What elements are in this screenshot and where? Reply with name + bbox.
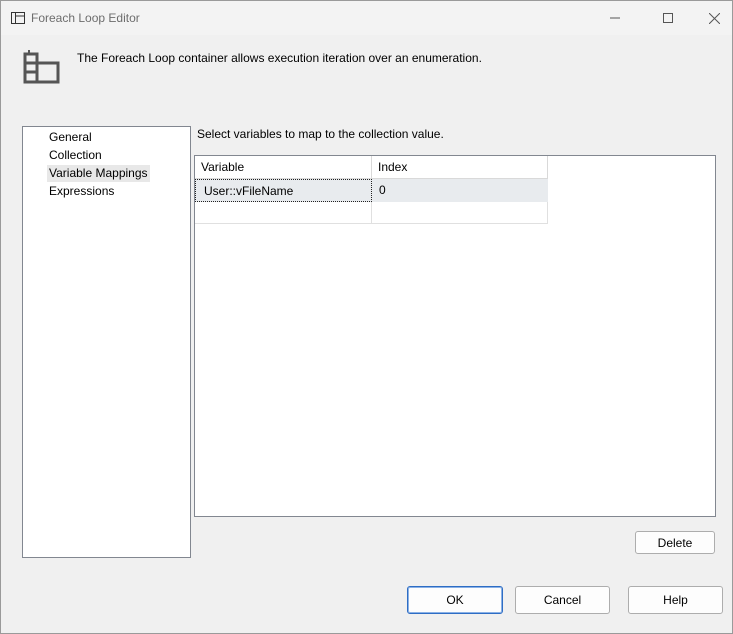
editor-description: The Foreach Loop container allows execut… — [77, 51, 482, 65]
column-header-variable[interactable]: Variable — [195, 156, 372, 179]
new-row-cell-index[interactable] — [372, 202, 548, 224]
cell-index[interactable]: 0 — [372, 179, 548, 202]
ok-button[interactable]: OK — [407, 586, 503, 614]
variable-mappings-grid: Variable Index User::vFileName 0 — [194, 155, 716, 517]
delete-button[interactable]: Delete — [635, 531, 715, 554]
title-bar[interactable]: Foreach Loop Editor — [1, 1, 732, 35]
cancel-button[interactable]: Cancel — [515, 586, 610, 614]
foreach-loop-icon — [11, 11, 25, 25]
foreach-loop-editor-window: Foreach Loop Editor The Foreach Loop con… — [0, 0, 733, 634]
column-header-index[interactable]: Index — [372, 156, 548, 179]
nav-item-variable-mappings[interactable]: Variable Mappings — [47, 165, 150, 182]
instruction-text: Select variables to map to the collectio… — [197, 127, 444, 141]
close-icon[interactable] — [691, 1, 733, 35]
cell-variable[interactable]: User::vFileName — [195, 179, 372, 202]
page-navigation-list: General Collection Variable Mappings Exp… — [22, 126, 191, 558]
foreach-container-icon — [21, 50, 61, 86]
minimize-icon[interactable] — [592, 1, 638, 35]
help-button[interactable]: Help — [628, 586, 723, 614]
nav-item-collection[interactable]: Collection — [47, 147, 104, 164]
window-title: Foreach Loop Editor — [31, 11, 140, 25]
maximize-icon[interactable] — [645, 1, 691, 35]
new-row-cell-variable[interactable] — [195, 202, 372, 224]
nav-item-general[interactable]: General — [47, 129, 94, 146]
nav-item-expressions[interactable]: Expressions — [47, 183, 116, 200]
